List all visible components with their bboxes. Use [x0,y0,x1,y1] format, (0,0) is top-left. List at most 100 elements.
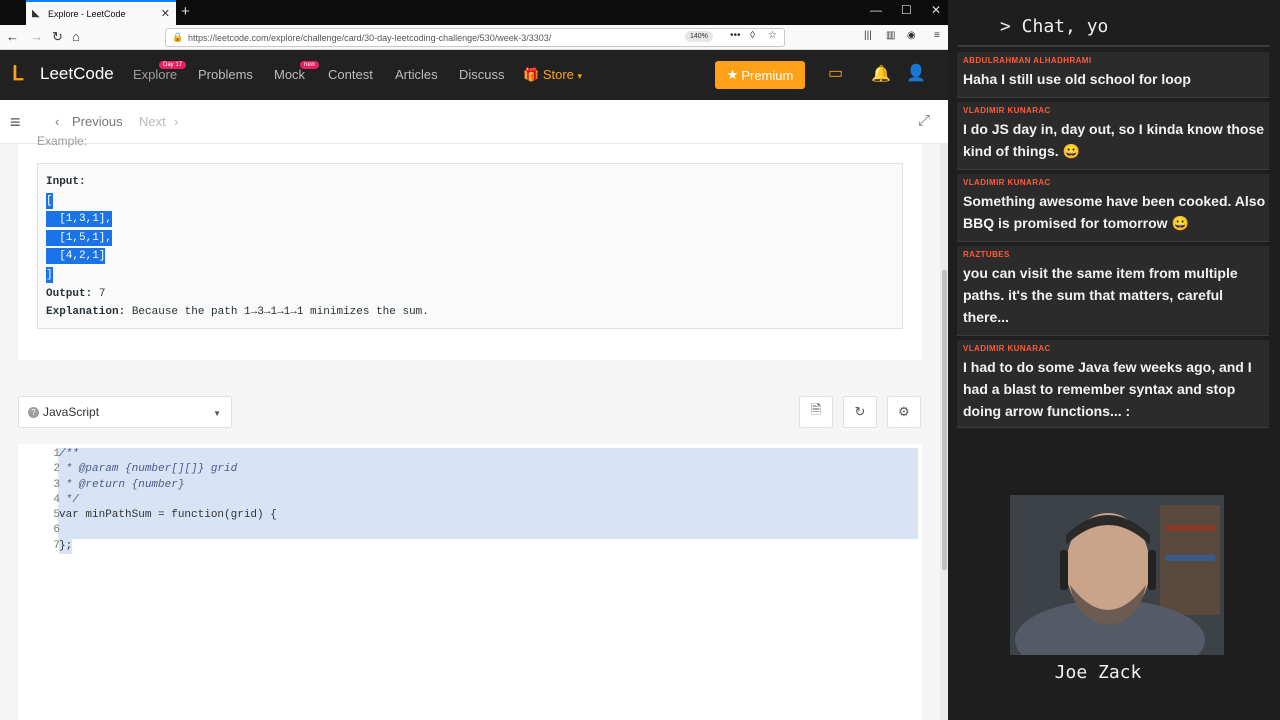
chevron-down-icon: ▼ [213,409,221,418]
example-block: Input: [ [1,3,1], [1,5,1], [4,2,1] ] Out… [37,163,903,329]
next-chevron-icon: › [174,114,179,129]
browser-tab[interactable]: ◣ Explore - LeetCode ✕ [26,0,176,25]
reset-code-button[interactable]: ↻ [843,396,877,428]
explanation-text: Because the path 1→3→1→1→1 minimizes the… [131,306,429,318]
pocket-icon[interactable]: ◊ [750,30,755,41]
url-text: https://leetcode.com/explore/challenge/c… [188,32,552,43]
explanation-row: Explanation: Because the path 1→3→1→1→1 … [46,304,429,320]
browser-window: ◣ Explore - LeetCode ✕ + — ☐ ✕ ← → ↻ ⌂ 🔒… [0,0,948,720]
premium-button[interactable]: ★ Premium [715,61,805,89]
nav-store[interactable]: 🎁 Store ▾ [523,67,582,83]
webcam-person-image [1010,495,1224,655]
nav-mock[interactable]: Mock [274,67,305,82]
nav-problems[interactable]: Problems [198,67,253,82]
notification-bell-icon[interactable]: 🔔 [871,64,891,84]
forward-icon[interactable]: → [30,29,43,44]
webcam-feed [1010,495,1224,655]
leetcode-logo-icon: ᒪ [12,63,24,85]
tab-title: Explore - LeetCode [48,8,126,19]
chat-username: ABDULRAHMAN ALHADHRAMI [963,56,1092,65]
tab-close-icon[interactable]: ✕ [161,7,170,20]
chat-username: VLADIMIR KUNARAC [963,178,1051,187]
nav-articles[interactable]: Articles [395,67,438,82]
next-button[interactable]: Next [139,114,166,129]
code-line: }; [59,539,73,554]
chat-message: ABDULRAHMAN ALHADHRAMI Haha I still use … [957,52,1269,98]
line-number: 5 [53,509,60,521]
problem-content: Example: Input: [ [1,3,1], [1,5,1], [4,2… [0,134,940,720]
line-number: 6 [53,524,60,536]
playground-icon[interactable]: ▭ [828,63,843,83]
reload-icon[interactable]: ↻ [52,29,63,45]
chat-text: I do JS day in, day out, so I kinda know… [963,121,1265,159]
chat-message: VLADIMIR KUNARAC I had to do some Java f… [957,340,1269,428]
code-line: * @return {number} [59,479,185,491]
chat-username: RAZTUBES [963,250,1010,259]
input-label: Input: [46,176,86,188]
lock-icon: 🔒 [172,32,184,42]
library-icon[interactable]: ||| [864,30,872,41]
previous-chevron-icon: ‹ [55,114,60,129]
store-caret-icon: ▾ [577,71,583,81]
example-heading: Example: [37,134,88,148]
input-line: [4,2,1] [46,248,106,264]
maximize-icon[interactable]: ☐ [901,3,912,17]
zoom-level[interactable]: 140% [685,31,713,42]
nav-contest[interactable]: Contest [328,67,373,82]
input-line: [1,5,1], [46,230,113,246]
tab-bar: ◣ Explore - LeetCode ✕ + — ☐ ✕ [0,0,948,25]
sidebar-icon[interactable]: ▥ [886,30,895,41]
gear-icon: ⚙ [898,404,910,419]
fullscreen-icon[interactable]: ⤢ [918,112,930,129]
streamer-name: Joe Zack [1054,662,1142,683]
chat-text: Haha I still use old school for loop [963,71,1191,87]
problem-toolbar: ≡ ‹ Previous Next › ⤢ [0,100,948,144]
line-number: 4 [53,494,60,506]
output-row: Output: 7 [46,286,105,302]
code-editor[interactable]: 1 2 3 4 5 6 7 /** * @param {number[][]} … [18,444,922,720]
input-line: [ [46,193,53,209]
chat-message: RAZTUBES you can visit the same item fro… [957,246,1269,336]
leetcode-logo[interactable]: ᒪ LeetCode [12,63,114,85]
nav-discuss[interactable]: Discuss [459,67,505,82]
browser-nav-bar: ← → ↻ ⌂ 🔒 https://leetcode.com/explore/c… [0,25,948,50]
chat-username: VLADIMIR KUNARAC [963,344,1051,353]
explanation-label: Explanation: [46,306,126,318]
line-number: 2 [53,463,60,475]
bookmark-star-icon[interactable]: ☆ [768,30,777,41]
leetcode-favicon-icon: ◣ [32,7,40,19]
previous-button[interactable]: Previous [72,114,123,129]
settings-button[interactable]: ⚙ [887,396,921,428]
scrollbar-thumb[interactable] [942,270,947,570]
menu-icon[interactable]: ≡ [934,30,940,41]
code-line: */ [59,494,79,506]
language-select[interactable]: ? JavaScript ▼ [18,396,232,428]
help-icon: ? [28,407,39,418]
account-icon[interactable]: ◉ [907,30,916,41]
mock-new-badge: new [300,61,320,69]
store-label: Store [542,67,574,82]
hamburger-menu-icon[interactable]: ≡ [10,112,21,133]
premium-label: Premium [741,67,794,83]
store-gift-icon: 🎁 [523,67,540,82]
explore-day-badge: Day 17 [159,61,187,69]
nav-explore[interactable]: Explore [133,67,177,82]
chat-message: VLADIMIR KUNARAC I do JS day in, day out… [957,102,1269,170]
input-line: ] [46,267,53,283]
chat-message: VLADIMIR KUNARAC Something awesome have … [957,174,1269,242]
back-icon[interactable]: ← [6,29,19,44]
user-avatar-icon[interactable]: 👤 [906,63,926,83]
chat-title: > Chat, yo [1000,16,1109,37]
line-number: 7 [53,540,60,552]
code-file-icon: 🗎 [810,402,822,417]
home-icon[interactable]: ⌂ [72,29,80,44]
description-card: Example: Input: [ [1,3,1], [1,5,1], [4,2… [18,134,922,360]
star-icon: ★ [726,67,739,82]
chat-text: I had to do some Java few weeks ago, and… [963,359,1252,419]
close-window-icon[interactable]: ✕ [931,3,941,17]
code-line: /** [59,448,79,460]
new-tab-icon[interactable]: + [181,3,190,20]
more-actions-icon[interactable]: ••• [730,30,741,41]
code-file-button[interactable]: 🗎 [799,396,833,428]
minimize-icon[interactable]: — [870,3,882,17]
